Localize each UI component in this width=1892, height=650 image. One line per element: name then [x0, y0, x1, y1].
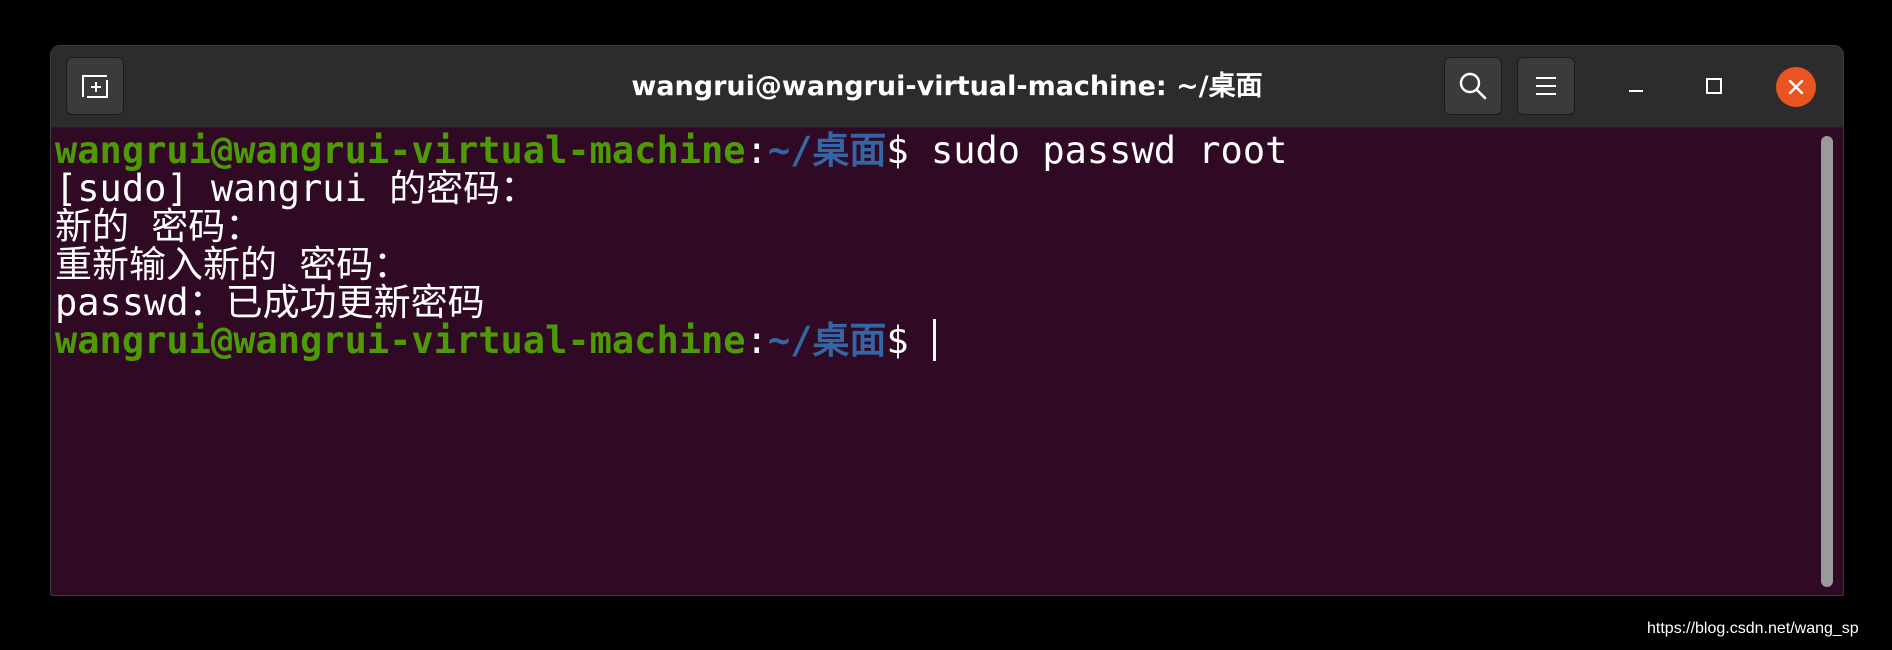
maximize-button[interactable]	[1685, 57, 1743, 115]
minimize-button[interactable]	[1607, 57, 1665, 115]
command-text: sudo passwd root	[930, 129, 1288, 172]
new-tab-button[interactable]	[66, 57, 124, 115]
minimize-icon	[1629, 90, 1643, 92]
prompt-path: ~/桌面	[767, 319, 887, 362]
terminal-window: wangrui@wangrui-virtual-machine: ~/桌面 wa…	[50, 45, 1844, 596]
maximize-icon	[1706, 78, 1722, 94]
menu-button[interactable]	[1517, 57, 1575, 115]
prompt-user-host: wangrui@wangrui-virtual-machine	[55, 319, 746, 362]
text-cursor	[932, 319, 936, 361]
search-icon	[1459, 72, 1487, 100]
hamburger-menu-icon	[1536, 77, 1556, 95]
prompt-symbol: $	[886, 129, 931, 172]
prompt-path: ~/桌面	[767, 129, 887, 172]
prompt-symbol: $	[886, 319, 931, 362]
scrollbar[interactable]	[1821, 136, 1833, 587]
terminal-line: wangrui@wangrui-virtual-machine:~/桌面$	[55, 318, 936, 364]
prompt-separator: :	[745, 129, 768, 172]
terminal-output[interactable]: wangrui@wangrui-virtual-machine:~/桌面$ su…	[51, 128, 1817, 595]
watermark: https://blog.csdn.net/wang_sp	[1647, 620, 1859, 637]
close-button[interactable]	[1776, 67, 1816, 107]
title-bar[interactable]: wangrui@wangrui-virtual-machine: ~/桌面	[51, 46, 1843, 128]
close-icon	[1788, 79, 1804, 95]
search-button[interactable]	[1444, 57, 1502, 115]
new-tab-icon	[82, 75, 108, 98]
prompt-separator: :	[745, 319, 768, 362]
